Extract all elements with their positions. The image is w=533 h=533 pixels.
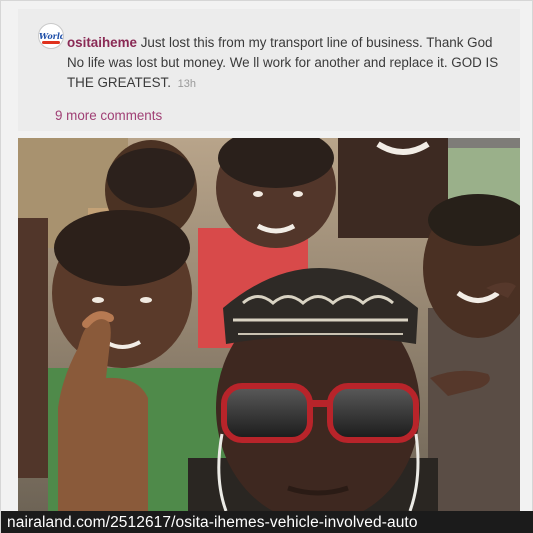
profile-avatar[interactable]: World xyxy=(38,23,64,49)
avatar-logo-swoosh xyxy=(42,41,60,44)
username-link[interactable]: ositaiheme xyxy=(67,35,137,50)
instagram-post-header: World ositaiheme Just lost this from my … xyxy=(18,9,520,131)
post-photo xyxy=(18,138,520,511)
selfie-photo-illustration xyxy=(18,138,520,511)
post-timestamp: 13h xyxy=(177,78,197,90)
more-comments-link[interactable]: 9 more comments xyxy=(55,108,162,123)
avatar-logo-text: World xyxy=(39,31,64,41)
screenshot-frame: World ositaiheme Just lost this from my … xyxy=(0,0,533,533)
post-caption: ositaiheme Just lost this from my transp… xyxy=(67,33,507,94)
source-url-footer: nairaland.com/2512617/osita-ihemes-vehic… xyxy=(1,511,533,533)
